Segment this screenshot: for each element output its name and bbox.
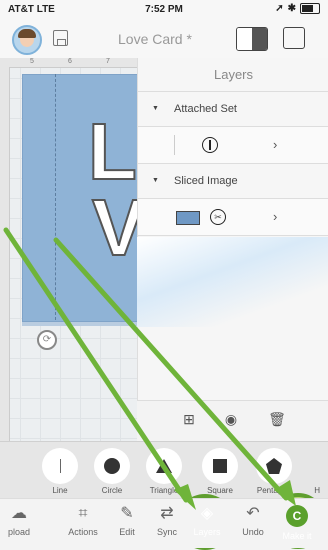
tool-upload[interactable]: ☁ pload (0, 503, 44, 537)
layer-group-sliced-image[interactable]: ▼ Sliced Image (138, 164, 328, 199)
shape-label: Line (52, 486, 68, 495)
shape-line-button[interactable] (42, 448, 78, 484)
actions-icon: ⌗ (78, 505, 88, 522)
layers-panel-title: Layers (138, 58, 328, 92)
layer-thumbnail-icon (176, 211, 200, 225)
triangle-icon (156, 459, 172, 473)
tool-label: pload (7, 527, 31, 537)
layer-group-label: Attached Set (174, 103, 237, 115)
visibility-eye-icon[interactable]: ◉ (221, 411, 241, 428)
layer-group-label: Sliced Image (174, 175, 238, 187)
chevron-right-icon[interactable]: › (273, 137, 277, 152)
circle-icon (104, 458, 120, 474)
collapse-triangle-icon[interactable]: ▼ (152, 105, 159, 112)
ruler-mark: 5 (30, 58, 34, 65)
shape-square-button[interactable] (202, 448, 238, 484)
pentagon-icon (266, 458, 282, 474)
score-line (55, 74, 56, 320)
bluetooth-icon: ✱ (287, 3, 296, 14)
status-bar: AT&T LTE 7:52 PM ➚ ✱ (0, 0, 328, 20)
shape-bar: Line Circle Triangle Square Pentagon H (0, 441, 328, 499)
trash-icon[interactable]: 🗑 (267, 411, 287, 428)
undo-icon: ↶ (246, 505, 260, 522)
tool-label: Make it (282, 531, 312, 541)
collapse-triangle-icon[interactable]: ▼ (152, 177, 159, 184)
app-header: Love Card * (0, 20, 328, 59)
battery-icon (300, 3, 320, 14)
avatar[interactable] (12, 25, 42, 55)
save-icon[interactable] (53, 30, 68, 46)
tool-actions[interactable]: ⌗ Actions (58, 503, 108, 537)
tool-label: Undo (242, 527, 264, 537)
square-icon (213, 459, 227, 473)
card-edge (22, 322, 152, 326)
split-view-icon[interactable] (236, 27, 268, 51)
layer-divider (174, 135, 175, 155)
tool-label: Actions (68, 527, 98, 537)
shape-label: Triangle (149, 486, 179, 495)
fullscreen-icon[interactable] (283, 27, 305, 49)
shape-triangle-button[interactable] (146, 448, 182, 484)
group-icon[interactable]: ⊞ (179, 411, 199, 428)
ruler-left (0, 67, 10, 441)
shape-pentagon-button[interactable] (256, 448, 292, 484)
status-indicators: ➚ ✱ (275, 3, 320, 14)
chevron-right-icon[interactable]: › (273, 209, 277, 224)
line-icon (59, 459, 61, 473)
make-it-icon[interactable]: C (286, 505, 308, 527)
ruler-mark: 7 (106, 58, 110, 65)
layer-item-sliced[interactable]: ✂ › (138, 199, 328, 236)
tool-label: Layers (193, 527, 221, 537)
shape-circle-button[interactable] (94, 448, 130, 484)
rotate-handle-icon[interactable]: ⟳ (37, 330, 57, 350)
weld-icon: ✂ (210, 209, 226, 225)
layer-actions-bar: ⊞ ◉ 🗑 (137, 400, 328, 441)
ruler-mark: 6 (68, 58, 72, 65)
panel-preview-glow (137, 237, 328, 327)
attach-icon (202, 137, 218, 153)
tool-undo[interactable]: ↶ Undo (228, 503, 278, 537)
card-letter-l[interactable]: L (87, 111, 138, 193)
bottom-toolbar: ☁ pload ⌗ Actions ✎ Edit ⇄ Sync ◈ Layers… (0, 498, 328, 548)
split-view-right (252, 28, 267, 50)
shape-label: Circle (101, 486, 123, 495)
tool-make-it[interactable]: Make it (272, 529, 322, 541)
avatar-hair (18, 29, 36, 38)
layer-item-attached[interactable]: › (138, 127, 328, 164)
location-icon: ➚ (275, 3, 284, 14)
project-title: Love Card * (118, 31, 192, 47)
split-view-left (237, 28, 252, 50)
upload-icon: ☁ (11, 505, 27, 522)
layer-group-attached-set[interactable]: ▼ Attached Set (138, 92, 328, 127)
layers-icon: ◈ (200, 505, 214, 522)
tool-layers[interactable]: ◈ Layers (182, 503, 232, 537)
